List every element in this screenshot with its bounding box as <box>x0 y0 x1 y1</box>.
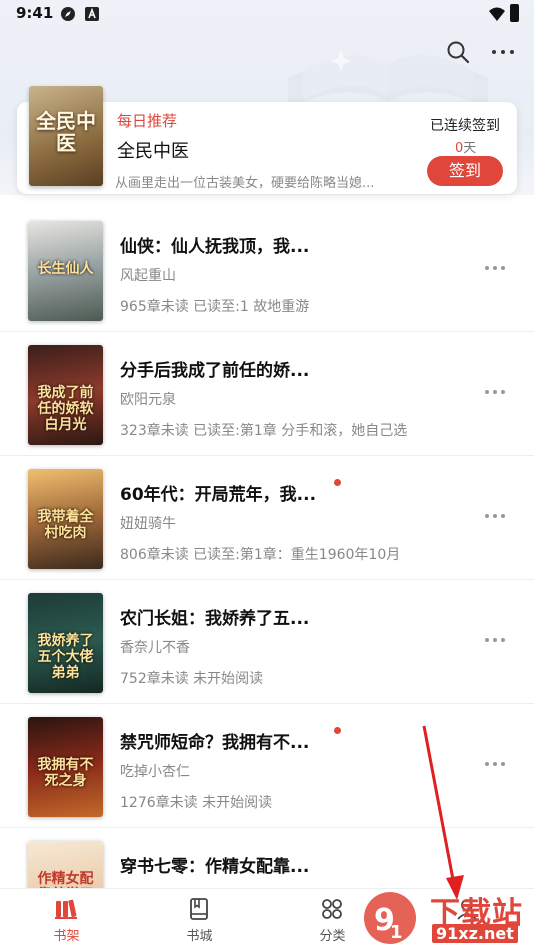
wifi-icon <box>489 7 505 21</box>
book-more-icon[interactable] <box>484 634 506 646</box>
book-title[interactable]: 分手后我成了前任的娇... <box>120 356 309 381</box>
update-dot-icon <box>334 479 341 486</box>
signin-days: 0天 <box>455 137 476 156</box>
book-author: 吃掉小杏仁 <box>120 764 190 780</box>
book-row[interactable]: 我成了前任的娇软白月光 分手后我成了前任的娇... 欧阳元泉 323章未读 已读… <box>0 332 534 456</box>
book-row[interactable]: 我拥有不死之身 禁咒师短命？我拥有不... 吃掉小杏仁 1276章未读 未开始阅… <box>0 704 534 828</box>
book-cover[interactable]: 长生仙人 <box>28 221 103 321</box>
book-author: 风起重山 <box>120 268 176 284</box>
nav-label-bookshelf: 书架 <box>53 929 80 944</box>
book-cover-title: 长生仙人 <box>37 261 94 277</box>
nav-bookstore[interactable]: 书城 <box>133 889 266 950</box>
bookshelf-icon <box>55 899 77 919</box>
recommendation-description: 从画里走出一位古装美女，硬要给陈略当媳... <box>115 176 375 191</box>
compass-icon <box>61 7 75 21</box>
book-cover-title: 我带着全村吃肉 <box>37 509 94 541</box>
book-cover[interactable]: 我娇养了五个大佬弟弟 <box>28 593 103 693</box>
book-more-icon[interactable] <box>484 262 506 274</box>
daily-recommendation-tag: 每日推荐 <box>117 112 178 130</box>
book-cover-title: 我成了前任的娇软白月光 <box>37 385 94 433</box>
book-row[interactable]: 我娇养了五个大佬弟弟 农门长姐：我娇养了五... 香奈儿不香 752章未读 未开… <box>0 580 534 704</box>
update-dot-icon <box>334 727 341 734</box>
battery-icon <box>510 4 519 22</box>
book-progress: 323章未读 已读至:第1章 分手和滚，她自己选 <box>120 423 408 439</box>
book-cover[interactable]: 我带着全村吃肉 <box>28 469 103 569</box>
bookshelf-list: 长生仙人 仙侠：仙人抚我顶，我... 风起重山 965章未读 已读至:1 故地重… <box>0 208 534 950</box>
category-icon <box>322 899 342 919</box>
book-author: 香奈儿不香 <box>120 640 190 656</box>
book-title[interactable]: 禁咒师短命？我拥有不... <box>120 728 309 753</box>
recommendation-cover-title: 全民中医 <box>36 109 96 155</box>
book-progress: 1276章未读 未开始阅读 <box>120 795 273 811</box>
search-icon[interactable] <box>446 40 470 64</box>
book-title[interactable]: 仙侠：仙人抚我顶，我... <box>120 232 309 257</box>
watermark-url: 91xz.net <box>432 924 518 943</box>
book-more-icon[interactable] <box>484 758 506 770</box>
text-a-icon <box>85 7 99 21</box>
book-progress: 752章未读 未开始阅读 <box>120 671 264 687</box>
recommendation-title[interactable]: 全民中医 <box>117 137 189 163</box>
signin-streak-label: 已连续签到 <box>430 118 500 134</box>
book-cover[interactable]: 我成了前任的娇软白月光 <box>28 345 103 445</box>
book-title[interactable]: 60年代：开局荒年，我... <box>120 480 316 505</box>
more-options-icon[interactable] <box>490 40 516 64</box>
book-row[interactable]: 我带着全村吃肉 60年代：开局荒年，我... 妞妞骑牛 806章未读 已读至:第… <box>0 456 534 580</box>
svg-text:1: 1 <box>390 922 403 943</box>
book-title[interactable]: 穿书七零：作精女配靠... <box>120 852 309 877</box>
nav-bookshelf[interactable]: 书架 <box>0 889 133 950</box>
book-author: 欧阳元泉 <box>120 392 176 408</box>
book-progress: 965章未读 已读至:1 故地重游 <box>120 299 310 315</box>
book-author: 妞妞骑牛 <box>120 516 176 532</box>
signin-button[interactable]: 签到 <box>427 156 503 186</box>
daily-recommendation-card[interactable]: 全民中医 每日推荐 全民中医 从画里走出一位古装美女，硬要给陈略当媳... 已连… <box>17 86 517 194</box>
recommendation-book-cover[interactable]: 全民中医 <box>29 86 103 186</box>
book-more-icon[interactable] <box>484 510 506 522</box>
book-progress: 806章未读 已读至:第1章：重生1960年10月 <box>120 547 401 563</box>
book-more-icon[interactable] <box>484 386 506 398</box>
book-cover[interactable]: 我拥有不死之身 <box>28 717 103 817</box>
nav-label-bookstore: 书城 <box>186 929 213 944</box>
book-title[interactable]: 农门长姐：我娇养了五... <box>120 604 309 629</box>
book-row[interactable]: 长生仙人 仙侠：仙人抚我顶，我... 风起重山 965章未读 已读至:1 故地重… <box>0 208 534 332</box>
book-icon <box>190 898 208 920</box>
status-bar: 9:41 <box>0 0 534 28</box>
signin-days-unit: 天 <box>463 141 477 156</box>
status-time: 9:41 <box>16 4 54 22</box>
book-cover-title: 我娇养了五个大佬弟弟 <box>37 633 94 681</box>
book-cover-title: 我拥有不死之身 <box>37 757 94 789</box>
